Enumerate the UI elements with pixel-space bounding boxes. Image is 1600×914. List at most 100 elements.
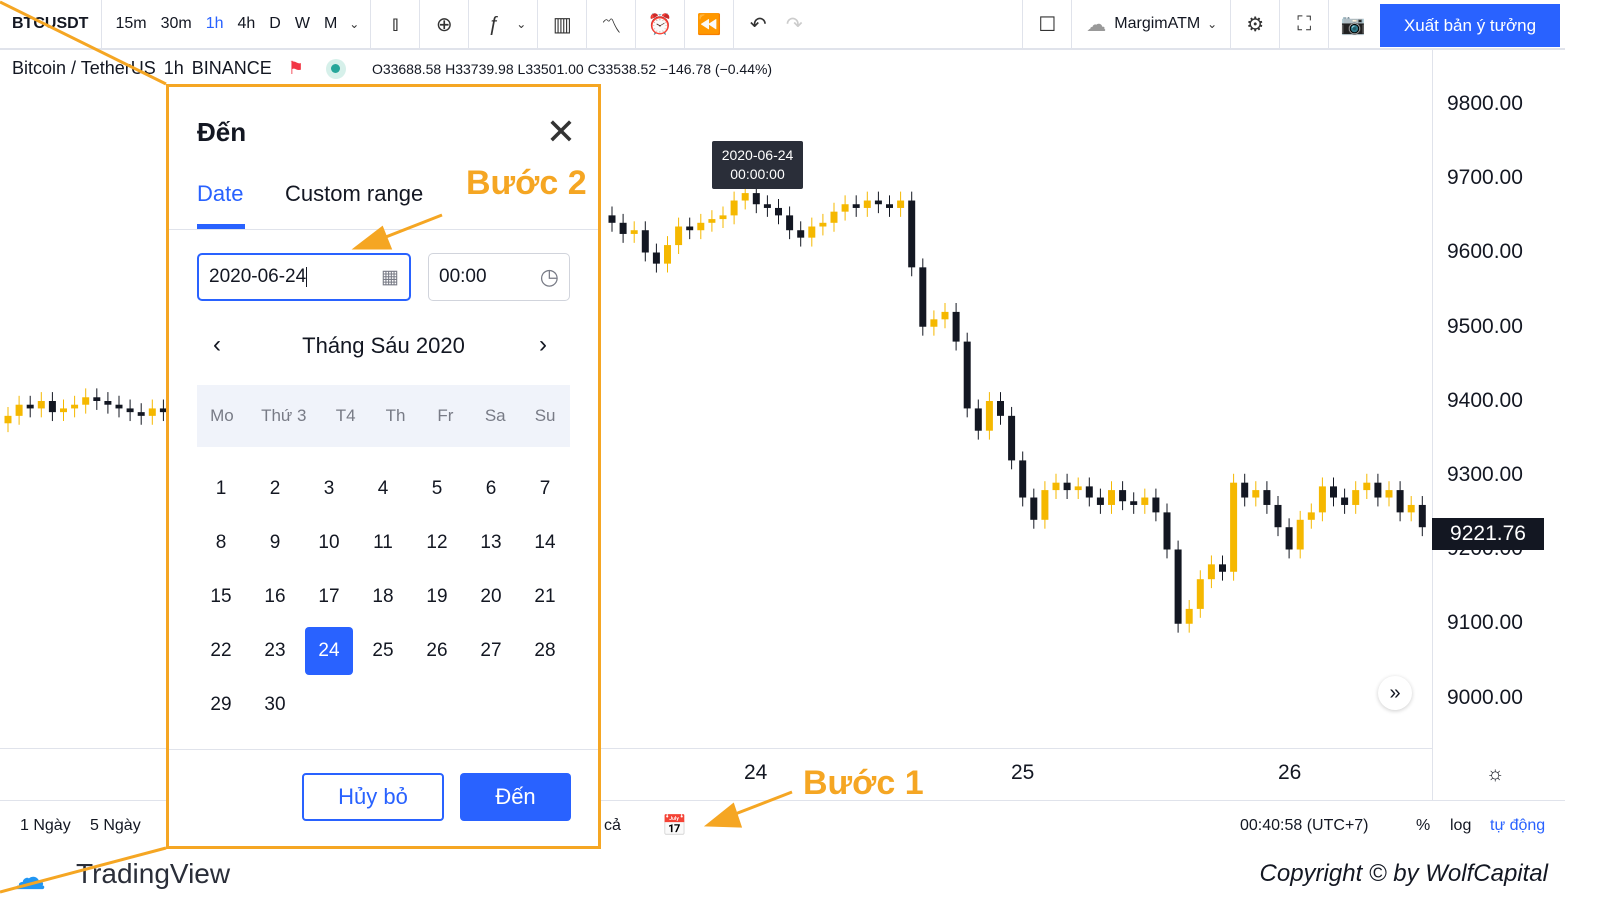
clock-icon[interactable]: ◷ (540, 264, 559, 290)
calendar-day[interactable]: 2 (251, 465, 299, 513)
ohlc-values: O33688.58 H33739.98 L33501.00 C33538.52 … (371, 60, 773, 77)
price-label: 9700.00 (1447, 166, 1523, 190)
market-status-icon[interactable] (325, 58, 346, 79)
legend-exchange: BINANCE (191, 58, 272, 78)
chevron-down-icon[interactable]: ⌄ (1200, 17, 1224, 31)
redo-icon[interactable]: ↷ (776, 12, 812, 37)
symbol-legend: Bitcoin / TetherUS 1h BINANCE ⚑ O33688.5… (12, 58, 772, 79)
go-button[interactable]: Đến (460, 773, 571, 821)
calendar-day[interactable]: 25 (359, 627, 407, 675)
candle (1418, 504, 1426, 528)
calendar-day[interactable]: 30 (251, 681, 299, 729)
date-input[interactable]: 2020-06-24 ▦ (197, 253, 411, 301)
layout-icon[interactable]: ☐ (1029, 12, 1065, 37)
calendar-day[interactable]: 26 (413, 627, 461, 675)
range-1d[interactable]: 1 Ngày (20, 817, 71, 835)
plus-circle-icon[interactable]: ⊕ (426, 12, 462, 37)
tab-custom-range[interactable]: Custom range (285, 181, 423, 207)
calendar-day[interactable]: 24 (305, 627, 353, 675)
interval-30m[interactable]: 30m (154, 15, 199, 33)
calendar-day[interactable]: 16 (251, 573, 299, 621)
range-5d[interactable]: 5 Ngày (90, 817, 141, 835)
interval-4h[interactable]: 4h (230, 15, 262, 33)
candle (652, 252, 660, 264)
chevron-down-icon[interactable]: ⌄ (511, 17, 531, 31)
flag-icon[interactable]: ⚑ (288, 58, 304, 79)
candle (1307, 512, 1315, 520)
calendar-icon[interactable]: ▦ (381, 266, 399, 289)
calendar-day[interactable]: 29 (197, 681, 245, 729)
replay-icon[interactable]: ⏪ (691, 12, 727, 37)
calendar-day[interactable]: 20 (467, 573, 515, 621)
calendar-day[interactable]: 11 (359, 519, 407, 567)
calendar-day[interactable]: 4 (359, 465, 407, 513)
calendar-day[interactable]: 12 (413, 519, 461, 567)
calendar-day[interactable]: 22 (197, 627, 245, 675)
calendar-day[interactable]: 23 (251, 627, 299, 675)
chevron-down-icon[interactable]: ⌄ (344, 17, 364, 31)
goto-date-icon[interactable]: 📅 (662, 813, 687, 838)
gear-icon[interactable]: ⚙ (1237, 12, 1273, 37)
calendar-day[interactable]: 14 (521, 519, 569, 567)
candle (963, 341, 971, 409)
interval-1h[interactable]: 1h (199, 15, 231, 33)
interval-m[interactable]: M (317, 15, 344, 33)
undo-icon[interactable]: ↶ (740, 12, 776, 37)
candle (741, 193, 749, 201)
calendar-day[interactable]: 28 (521, 627, 569, 675)
candle (1330, 486, 1337, 498)
price-axis[interactable]: 9800.00 9700.00 9600.00 9500.00 9400.00 9300.… (1432, 50, 1562, 800)
tab-date[interactable]: Date (197, 181, 243, 207)
calendar-day[interactable]: 5 (413, 465, 461, 513)
calendar-day[interactable]: 1 (197, 465, 245, 513)
auto-toggle[interactable]: tự động (1490, 817, 1545, 835)
bar-chart-icon[interactable]: ▥ (544, 12, 580, 37)
candle (908, 200, 916, 268)
candle (941, 311, 949, 320)
candle (1407, 504, 1415, 513)
cancel-button[interactable]: Hủy bỏ (302, 773, 444, 821)
publish-idea-button[interactable]: Xuất bản ý tưởng (1380, 4, 1560, 47)
interval-d[interactable]: D (262, 15, 288, 33)
calendar-day[interactable]: 18 (359, 573, 407, 621)
time-input[interactable]: 00:00 ◷ (428, 253, 570, 301)
calendar-day[interactable]: 10 (305, 519, 353, 567)
candle (1185, 608, 1193, 624)
calendar-day[interactable]: 8 (197, 519, 245, 567)
calendar-day[interactable]: 6 (467, 465, 515, 513)
clock[interactable]: 00:40:58 (UTC+7) (1240, 817, 1369, 835)
calendar-day[interactable]: 13 (467, 519, 515, 567)
calendar-day[interactable]: 9 (251, 519, 299, 567)
calendar-day[interactable]: 21 (521, 573, 569, 621)
axis-settings-icon[interactable]: ☼ (1486, 763, 1504, 786)
camera-icon[interactable]: 📷 (1335, 12, 1371, 37)
compare-icon[interactable]: 〽 (593, 10, 629, 39)
calendar-day[interactable]: 19 (413, 573, 461, 621)
calendar-day[interactable]: 27 (467, 627, 515, 675)
candle (1152, 497, 1160, 513)
calendar-day[interactable]: 3 (305, 465, 353, 513)
interval-15m[interactable]: 15m (108, 15, 153, 33)
alarm-icon[interactable]: ⏰ (642, 12, 678, 37)
scroll-to-realtime-button[interactable]: » (1378, 676, 1412, 710)
candle (1396, 490, 1404, 513)
close-icon[interactable]: ✕ (546, 111, 576, 153)
candle (852, 204, 860, 208)
price-label: 9000.00 (1447, 685, 1523, 709)
template-name[interactable]: MargimATM (1114, 15, 1200, 33)
time-label: 26 (1278, 761, 1302, 784)
next-month-button[interactable]: › (539, 331, 547, 359)
candle (1041, 490, 1049, 520)
candles-icon[interactable]: ⫾ (377, 13, 413, 36)
calendar-day[interactable]: 7 (521, 465, 569, 513)
fullscreen-icon[interactable]: ⛶ (1286, 13, 1322, 36)
percent-toggle[interactable]: % (1416, 817, 1430, 835)
range-all[interactable]: cả (604, 817, 621, 835)
calendar-day[interactable]: 17 (305, 573, 353, 621)
calendar-day[interactable]: 15 (197, 573, 245, 621)
indicators-icon[interactable]: ƒ (475, 13, 511, 36)
interval-w[interactable]: W (288, 15, 317, 33)
candle (4, 415, 12, 424)
symbol-search[interactable]: BTCUSDT (0, 15, 95, 33)
log-toggle[interactable]: log (1450, 817, 1471, 835)
